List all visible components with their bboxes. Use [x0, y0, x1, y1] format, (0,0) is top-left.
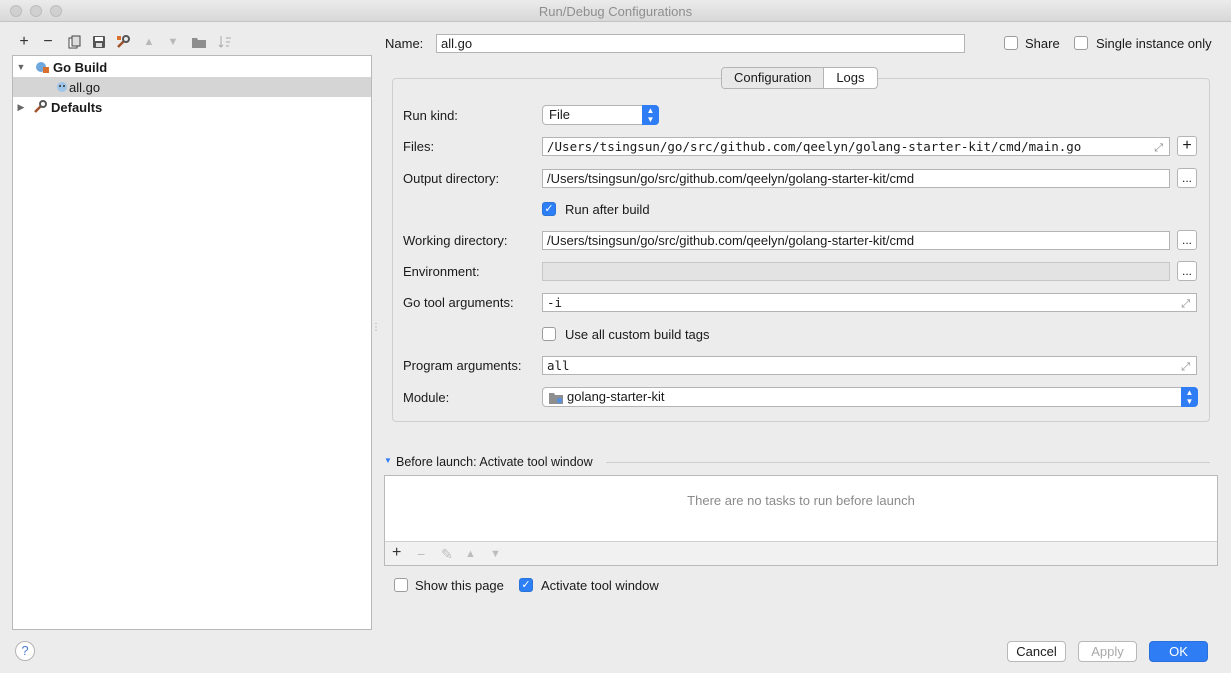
copy-icon[interactable]	[66, 33, 84, 51]
help-button[interactable]: ?	[15, 641, 35, 661]
title-bar: Run/Debug Configurations	[0, 0, 1231, 22]
tab-logs[interactable]: Logs	[824, 68, 876, 88]
program-arguments-label: Program arguments:	[403, 358, 522, 373]
tree-item-all-go[interactable]: all.go	[13, 77, 371, 97]
module-label: Module:	[403, 390, 450, 405]
tab-configuration[interactable]: Configuration	[722, 68, 825, 88]
tree-group-go-build[interactable]: ▼ Go Build	[13, 57, 371, 77]
name-input[interactable]: all.go	[436, 34, 965, 53]
go-tool-arguments-label: Go tool arguments:	[403, 295, 514, 310]
program-arguments-value: all	[547, 358, 570, 373]
run-after-build-label: Run after build	[565, 202, 650, 217]
show-page-label: Show this page	[415, 578, 504, 593]
expand-icon[interactable]: ⤢	[1181, 358, 1190, 374]
module-folder-icon	[549, 391, 563, 409]
browse-output-button[interactable]: ...	[1177, 168, 1197, 188]
go-tool-arguments-input[interactable]: -i ⤢	[542, 293, 1197, 312]
select-stepper-icon: ▲ ▼	[1181, 387, 1198, 407]
files-input[interactable]: /Users/tsingsun/go/src/github.com/qeelyn…	[542, 137, 1170, 156]
activate-tool-window-label: Activate tool window	[541, 578, 659, 593]
select-stepper-icon: ▲ ▼	[642, 105, 659, 125]
tree-group-defaults[interactable]: ▶ Defaults	[13, 97, 371, 117]
share-label: Share	[1025, 36, 1060, 51]
activate-tool-window-checkbox[interactable]: ✓	[519, 578, 533, 592]
run-kind-value: File	[549, 107, 570, 122]
expand-arrow-icon[interactable]: ▼	[15, 62, 27, 72]
before-launch-list[interactable]: There are no tasks to run before launch …	[384, 475, 1218, 566]
environment-label: Environment:	[403, 264, 480, 279]
name-label: Name:	[385, 36, 424, 51]
share-checkbox[interactable]	[1004, 36, 1018, 50]
tree-item-label: all.go	[69, 79, 101, 95]
output-directory-label: Output directory:	[403, 171, 500, 186]
ok-button[interactable]: OK	[1149, 641, 1208, 662]
run-kind-select[interactable]: File ▲ ▼	[542, 105, 659, 125]
run-kind-label: Run kind:	[403, 108, 458, 123]
wrench-icon	[33, 100, 47, 114]
collapse-triangle-icon[interactable]: ▼	[384, 456, 392, 465]
arrow-down-icon[interactable]: ▼	[164, 33, 182, 51]
working-directory-input[interactable]: /Users/tsingsun/go/src/github.com/qeelyn…	[542, 231, 1170, 250]
section-divider	[606, 462, 1210, 463]
remove-task-icon[interactable]: −	[417, 546, 425, 562]
files-label: Files:	[403, 139, 435, 154]
expand-icon[interactable]: ⤢	[1181, 295, 1190, 311]
browse-working-button[interactable]: ...	[1177, 230, 1197, 250]
tree-group-label: Go Build	[53, 59, 108, 75]
move-task-up-icon[interactable]: ▲	[465, 548, 476, 560]
splitter-handle[interactable]: ⋮	[371, 322, 381, 336]
before-launch-header: Before launch: Activate tool window	[396, 455, 593, 469]
expand-icon[interactable]: ⤢	[1154, 139, 1163, 155]
collapse-arrow-icon[interactable]: ▶	[15, 102, 27, 113]
wrench-icon[interactable]	[114, 33, 132, 51]
move-task-down-icon[interactable]: ▼	[490, 548, 501, 560]
add-file-button[interactable]: +	[1177, 136, 1197, 156]
folder-icon[interactable]	[190, 33, 208, 51]
edit-task-icon[interactable]: ✎	[441, 546, 453, 563]
single-instance-checkbox[interactable]	[1074, 36, 1088, 50]
files-value: /Users/tsingsun/go/src/github.com/qeelyn…	[547, 139, 1082, 154]
configuration-tree[interactable]: ▼ Go Build all.go ▶ Defaults	[12, 55, 372, 630]
tab-bar: Configuration Logs	[721, 67, 878, 89]
empty-tasks-text: There are no tasks to run before launch	[687, 493, 915, 508]
environment-input[interactable]	[542, 262, 1170, 281]
apply-button[interactable]: Apply	[1078, 641, 1137, 662]
add-icon[interactable]: +	[15, 33, 33, 51]
go-file-icon	[55, 80, 69, 94]
cancel-button[interactable]: Cancel	[1007, 641, 1066, 662]
save-icon[interactable]	[90, 33, 108, 51]
window-title: Run/Debug Configurations	[538, 4, 693, 19]
go-build-icon	[35, 60, 49, 74]
module-value: golang-starter-kit	[567, 389, 665, 404]
remove-icon[interactable]: −	[39, 33, 57, 51]
sort-icon[interactable]	[216, 33, 234, 51]
module-select[interactable]: golang-starter-kit ▲ ▼	[542, 387, 1198, 407]
arrow-up-icon[interactable]: ▲	[140, 33, 158, 51]
run-after-build-checkbox[interactable]: ✓	[542, 202, 556, 216]
custom-build-tags-label: Use all custom build tags	[565, 327, 710, 342]
program-arguments-input[interactable]: all ⤢	[542, 356, 1197, 375]
single-instance-label: Single instance only	[1096, 36, 1212, 51]
add-task-icon[interactable]: +	[392, 544, 401, 562]
show-page-checkbox[interactable]	[394, 578, 408, 592]
edit-environment-button[interactable]: ...	[1177, 261, 1197, 281]
output-directory-input[interactable]: /Users/tsingsun/go/src/github.com/qeelyn…	[542, 169, 1170, 188]
before-launch-toolbar: + − ✎ ▲ ▼	[385, 541, 1217, 565]
custom-build-tags-checkbox[interactable]	[542, 327, 556, 341]
working-directory-label: Working directory:	[403, 233, 508, 248]
go-tool-arguments-value: -i	[547, 295, 563, 310]
tree-defaults-label: Defaults	[51, 99, 103, 115]
